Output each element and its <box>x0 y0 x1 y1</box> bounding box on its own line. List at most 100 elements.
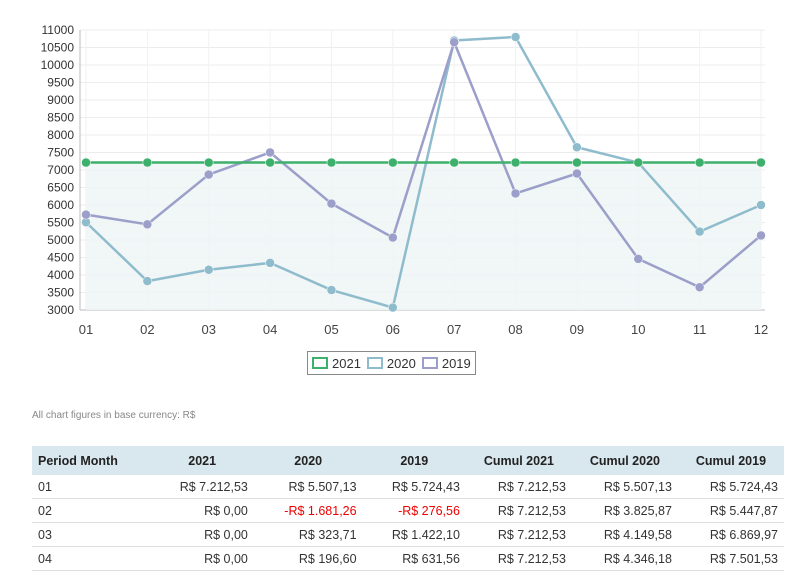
y-tick-label: 6000 <box>47 198 74 212</box>
point-2019 <box>572 168 582 179</box>
x-tick-label: 05 <box>324 322 338 337</box>
point-2020 <box>203 265 214 275</box>
value-cell: R$ 5.447,87 <box>677 498 784 523</box>
value-cell: R$ 7.212,53 <box>150 475 254 499</box>
x-tick-label: 01 <box>79 322 93 337</box>
y-tick-label: 5000 <box>47 233 74 247</box>
x-tick-label: 07 <box>447 322 461 337</box>
legend-label-2021: 2021 <box>332 355 361 371</box>
table-row: 04 R$ 0,00 R$ 196,60 R$ 631,56 R$ 7.212,53 R$… <box>32 546 784 571</box>
y-tick-label: 11000 <box>42 23 75 37</box>
value-cell: R$ 323,71 <box>253 522 363 547</box>
y-tick-label: 5500 <box>47 216 74 230</box>
point-2019 <box>388 232 398 243</box>
x-tick-label: 12 <box>754 322 768 337</box>
point-2021 <box>326 157 337 168</box>
value-cell: R$ 7.212,53 <box>465 498 572 523</box>
value-cell: -R$ 276,56 <box>362 498 466 523</box>
point-2020 <box>142 276 153 286</box>
value-cell: R$ 0,00 <box>150 546 254 571</box>
point-2019 <box>265 147 275 158</box>
point-2020 <box>510 32 521 42</box>
point-2021 <box>510 157 521 168</box>
legend-swatch-2021 <box>312 357 328 369</box>
value-cell: R$ 6.869,97 <box>677 522 784 547</box>
legend-item-2020[interactable]: 2020 <box>366 355 416 371</box>
header-cumul-2019[interactable]: Cumul 2019 <box>677 446 784 475</box>
point-2021 <box>142 157 153 168</box>
value-cell: R$ 4.149,58 <box>571 522 678 547</box>
y-tick-label: 9500 <box>47 76 74 90</box>
legend-item-2019[interactable]: 2019 <box>421 356 471 371</box>
value-cell: R$ 7.212,53 <box>465 546 572 571</box>
legend-item-2021[interactable]: 2021 <box>312 356 361 371</box>
point-2020 <box>572 142 582 152</box>
value-cell: R$ 196,60 <box>253 546 363 571</box>
value-cell: -R$ 1.681,26 <box>253 498 363 523</box>
point-2021 <box>388 157 398 168</box>
point-2020 <box>756 200 766 210</box>
point-2020 <box>694 226 705 237</box>
point-2021 <box>756 157 766 168</box>
point-2019 <box>81 209 91 220</box>
point-2021 <box>265 157 275 168</box>
point-2021 <box>81 157 91 168</box>
table-header-row: Period Month 2021 2020 2019 Cumul 2021 C… <box>32 446 784 475</box>
x-tick-label: 08 <box>508 322 522 337</box>
value-cell: R$ 7.501,53 <box>677 546 784 571</box>
header-2021[interactable]: 2021 <box>150 446 254 475</box>
value-cell: R$ 3.825,87 <box>571 498 678 523</box>
y-tick-label: 3500 <box>47 286 74 300</box>
x-tick-label: 09 <box>570 322 584 337</box>
period-cell: 01 <box>32 475 151 499</box>
currency-note: All chart figures in base currency: R$ <box>32 410 196 421</box>
legend-swatch-2020 <box>366 357 383 369</box>
y-tick-label: 6500 <box>47 181 74 195</box>
value-cell: R$ 631,56 <box>362 546 466 571</box>
point-2019 <box>449 37 459 47</box>
y-tick-label: 7000 <box>47 163 74 177</box>
value-cell: R$ 5.724,43 <box>362 475 466 499</box>
y-tick-label: 8500 <box>47 111 74 125</box>
period-cell: 02 <box>32 498 151 523</box>
value-cell: R$ 5.724,43 <box>677 475 784 499</box>
header-2020[interactable]: 2020 <box>253 446 363 475</box>
point-2020 <box>388 302 398 313</box>
line-chart: 11000 10500 10000 9500 9000 8500 8000 7500 7000 6… <box>41 23 769 337</box>
value-cell: R$ 4.346,18 <box>571 546 678 571</box>
point-2020 <box>265 258 275 268</box>
header-period-month[interactable]: Period Month <box>32 446 151 475</box>
point-2021 <box>694 157 705 168</box>
x-tick-label: 10 <box>631 322 645 337</box>
point-2019 <box>142 219 153 230</box>
y-tick-label: 10500 <box>41 41 75 55</box>
value-cell: R$ 7.212,53 <box>465 475 572 499</box>
legend-label-2020: 2020 <box>386 355 416 371</box>
table-row: 03 R$ 0,00 R$ 323,71 R$ 1.422,10 R$ 7.212,53… <box>32 522 784 547</box>
point-2021 <box>633 157 644 168</box>
value-cell: R$ 7.212,53 <box>465 522 572 547</box>
point-2020 <box>326 285 337 295</box>
x-tick-label: 03 <box>201 322 215 337</box>
y-tick-label: 10000 <box>41 58 75 72</box>
point-2019 <box>633 254 644 264</box>
point-2019 <box>326 198 337 209</box>
value-cell: R$ 5.507,13 <box>253 475 363 499</box>
point-2021 <box>203 157 214 168</box>
y-tick-label: 9000 <box>47 93 74 107</box>
point-2019 <box>510 188 521 199</box>
header-cumul-2020[interactable]: Cumul 2020 <box>571 446 678 475</box>
point-2019 <box>756 230 766 241</box>
chart-legend: 2021 2020 2019 <box>307 351 476 375</box>
x-tick-label: 06 <box>386 322 400 337</box>
y-tick-label: 4500 <box>47 251 74 265</box>
x-tick-label: 11 <box>693 322 707 337</box>
header-2019[interactable]: 2019 <box>362 446 466 475</box>
point-2021 <box>572 157 582 168</box>
point-2021 <box>449 157 459 168</box>
table-row: 01 R$ 7.212,53 R$ 5.507,13 R$ 5.724,43 R$ 7.… <box>32 475 784 499</box>
data-table: Period Month 2021 2020 2019 Cumul 2021 C… <box>32 446 784 571</box>
y-tick-label: 3000 <box>47 303 74 317</box>
header-cumul-2021[interactable]: Cumul 2021 <box>465 446 572 475</box>
period-cell: 03 <box>32 522 151 547</box>
